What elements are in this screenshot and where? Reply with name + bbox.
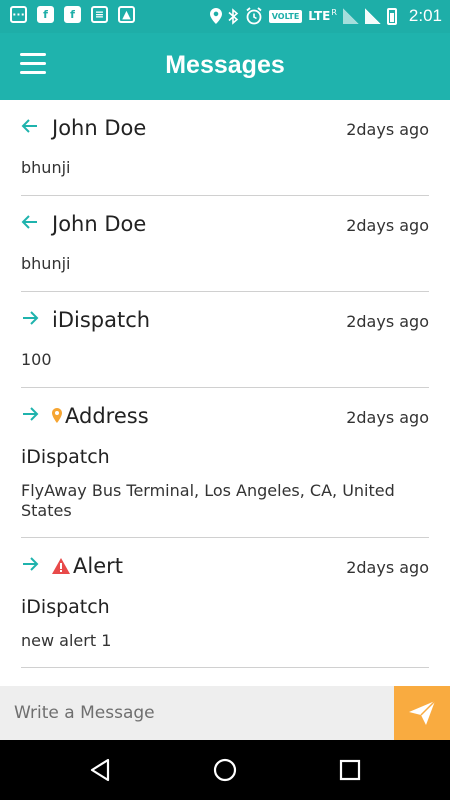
- arrow-right-icon: [23, 557, 39, 571]
- status-bar: ··· f f ≡ ▲ VOLTE LTE R 2:01: [0, 0, 450, 33]
- message-time: 2days ago: [346, 120, 429, 139]
- bluetooth-icon: [228, 7, 238, 25]
- alarm-icon: [246, 7, 262, 25]
- message-time: 2days ago: [346, 558, 429, 577]
- battery-icon: [386, 7, 397, 25]
- signal-icon: [342, 8, 359, 24]
- message-time: 2days ago: [346, 408, 429, 427]
- back-icon[interactable]: [87, 757, 113, 783]
- message-time: 2days ago: [346, 312, 429, 331]
- message-title: John Doe: [52, 116, 147, 140]
- composer-bar: [0, 686, 450, 740]
- message-body: 100: [21, 350, 52, 369]
- message-sender: iDispatch: [21, 596, 110, 618]
- facebook-icon: f: [37, 6, 54, 23]
- message-body: new alert 1: [21, 631, 112, 650]
- message-body: FlyAway Bus Terminal, Los Angeles, CA, U…: [21, 481, 395, 520]
- list-item[interactable]: John Doe 2days ago bhunji: [21, 100, 429, 196]
- message-input[interactable]: [0, 686, 394, 740]
- list-item[interactable]: John Doe 2days ago bhunji: [21, 196, 429, 292]
- message-title-text: Address: [65, 404, 149, 428]
- message-title-text: Alert: [73, 554, 123, 578]
- news-icon: ≡: [91, 6, 108, 23]
- home-icon[interactable]: [212, 757, 238, 783]
- lte-indicator: LTE: [308, 9, 331, 23]
- message-title: iDispatch: [52, 308, 151, 332]
- message-time: 2days ago: [346, 216, 429, 235]
- warning-icon: [52, 558, 70, 574]
- status-time: 2:01: [408, 6, 442, 25]
- gallery-icon: ▲: [118, 6, 135, 23]
- message-body: bhunji: [21, 158, 71, 177]
- message-title: John Doe: [52, 212, 147, 236]
- message-list[interactable]: John Doe 2days ago bhunji John Doe 2days…: [0, 100, 450, 686]
- system-nav-bar: [0, 740, 450, 800]
- send-icon: [409, 700, 436, 725]
- arrow-right-icon: [23, 311, 39, 325]
- send-button[interactable]: [394, 686, 450, 740]
- message-body: bhunji: [21, 254, 71, 273]
- page-title: Messages: [165, 51, 285, 79]
- message-icon: ···: [10, 6, 27, 23]
- arrow-right-icon: [23, 407, 39, 421]
- location-icon: [209, 8, 222, 24]
- roaming-indicator: R: [331, 7, 337, 17]
- list-item[interactable]: Alert 2days ago iDispatch new alert 1: [21, 538, 429, 668]
- app-bar: Messages: [0, 33, 450, 100]
- message-sender: iDispatch: [21, 446, 110, 468]
- arrow-left-icon: [21, 119, 37, 133]
- arrow-left-icon: [21, 215, 37, 229]
- message-title: Address: [52, 404, 149, 428]
- list-item[interactable]: Address 2days ago iDispatch FlyAway Bus …: [21, 388, 429, 538]
- message-title: Alert: [52, 554, 123, 578]
- signal-icon: [364, 8, 381, 24]
- recents-icon[interactable]: [337, 757, 363, 783]
- volte-badge: VOLTE: [268, 9, 303, 23]
- facebook-icon: f: [64, 6, 81, 23]
- location-pin-icon: [52, 408, 62, 424]
- list-item[interactable]: iDispatch 2days ago 100: [21, 292, 429, 388]
